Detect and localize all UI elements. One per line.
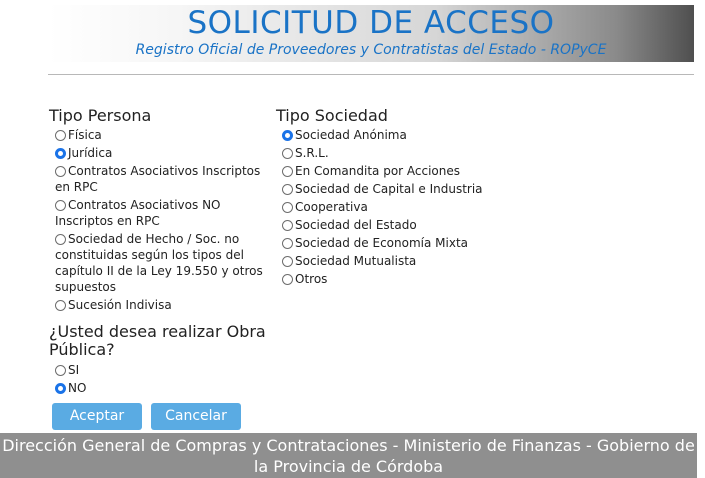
radio-option-mutualista[interactable]: Sociedad Mutualista (282, 253, 516, 269)
radio-button[interactable] (282, 220, 293, 231)
radio-label: Sociedad de Economía Mixta (295, 236, 468, 250)
radio-button[interactable] (282, 256, 293, 267)
page-subtitle: Registro Oficial de Proveedores y Contra… (135, 42, 607, 58)
obra-publica-group: ¿Usted desea realizar Obra Pública? SI N… (49, 323, 274, 398)
radio-option-contratos-no-inscriptos[interactable]: Contratos Asociativos NO Inscriptos en R… (55, 197, 274, 229)
radio-button[interactable] (55, 383, 66, 394)
page-header: SOLICITUD DE ACCESO Registro Oficial de … (48, 5, 694, 62)
radio-label: En Comandita por Acciones (295, 164, 461, 178)
radio-label: Contratos Asociativos NO Inscriptos en R… (55, 198, 221, 228)
radio-button[interactable] (55, 166, 66, 177)
radio-button[interactable] (55, 200, 66, 211)
page-footer: Dirección General de Compras y Contratac… (0, 433, 697, 478)
radio-label: Sociedad de Hecho / Soc. no constituidas… (55, 232, 263, 294)
cancel-button[interactable]: Cancelar (151, 403, 241, 430)
radio-button[interactable] (55, 234, 66, 245)
radio-option-juridica[interactable]: Jurídica (55, 145, 274, 161)
radio-button[interactable] (282, 274, 293, 285)
radio-option-no[interactable]: NO (55, 380, 274, 396)
radio-option-sociedad-estado[interactable]: Sociedad del Estado (282, 217, 516, 233)
radio-option-contratos-inscriptos[interactable]: Contratos Asociativos Inscriptos en RPC (55, 163, 274, 195)
radio-button[interactable] (282, 148, 293, 159)
radio-label: Cooperativa (295, 200, 368, 214)
radio-label: S.R.L. (295, 146, 329, 160)
radio-label: Sociedad Mutualista (295, 254, 417, 268)
radio-button[interactable] (282, 130, 293, 141)
tipo-sociedad-group: Tipo Sociedad Sociedad Anónima S.R.L. En… (276, 106, 516, 289)
radio-label: Sociedad Anónima (295, 128, 407, 142)
radio-label: Otros (295, 272, 328, 286)
tipo-sociedad-title: Tipo Sociedad (276, 106, 388, 125)
radio-option-capital-industria[interactable]: Sociedad de Capital e Industria (282, 181, 516, 197)
radio-option-sucesion-indivisa[interactable]: Sucesión Indivisa (55, 297, 274, 313)
radio-option-sociedad-hecho[interactable]: Sociedad de Hecho / Soc. no constituidas… (55, 231, 274, 295)
header-divider (48, 74, 694, 75)
radio-button[interactable] (55, 130, 66, 141)
radio-label: Física (68, 128, 102, 142)
radio-option-si[interactable]: SI (55, 362, 274, 378)
radio-button[interactable] (282, 238, 293, 249)
radio-label: NO (68, 381, 87, 395)
radio-option-srl[interactable]: S.R.L. (282, 145, 516, 161)
radio-label: Contratos Asociativos Inscriptos en RPC (55, 164, 261, 194)
radio-option-fisica[interactable]: Física (55, 127, 274, 143)
radio-button[interactable] (55, 365, 66, 376)
radio-label: Sociedad del Estado (295, 218, 417, 232)
radio-button[interactable] (282, 202, 293, 213)
radio-label: Sucesión Indivisa (68, 298, 172, 312)
tipo-persona-group: Tipo Persona Física Jurídica Contratos A… (49, 106, 274, 315)
radio-label: SI (68, 363, 80, 377)
obra-publica-title: ¿Usted desea realizar Obra Pública? (49, 322, 266, 359)
radio-button[interactable] (55, 148, 66, 159)
radio-option-otros[interactable]: Otros (282, 271, 516, 287)
radio-option-economia-mixta[interactable]: Sociedad de Economía Mixta (282, 235, 516, 251)
page: SOLICITUD DE ACCESO Registro Oficial de … (0, 0, 705, 478)
radio-option-cooperativa[interactable]: Cooperativa (282, 199, 516, 215)
radio-option-sociedad-anonima[interactable]: Sociedad Anónima (282, 127, 516, 143)
accept-button[interactable]: Aceptar (52, 403, 142, 430)
radio-label: Sociedad de Capital e Industria (295, 182, 483, 196)
tipo-persona-title: Tipo Persona (49, 106, 152, 125)
radio-button[interactable] (55, 300, 66, 311)
page-title: SOLICITUD DE ACCESO (187, 5, 555, 41)
radio-button[interactable] (282, 184, 293, 195)
radio-option-comandita[interactable]: En Comandita por Acciones (282, 163, 516, 179)
radio-label: Jurídica (68, 146, 113, 160)
radio-button[interactable] (282, 166, 293, 177)
